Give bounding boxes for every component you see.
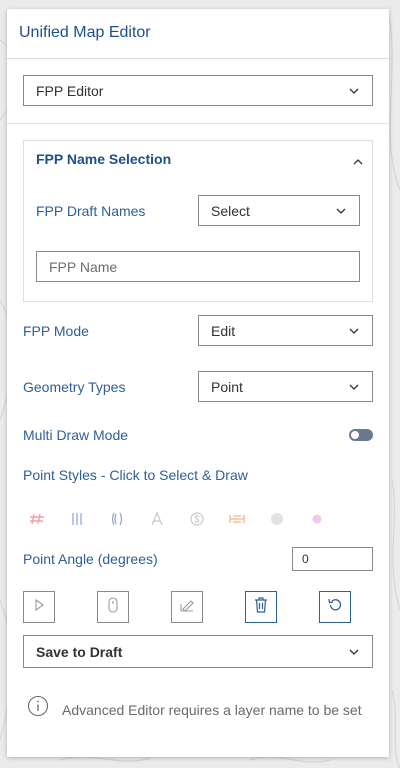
- chevron-down-icon: [348, 383, 360, 391]
- trash-icon: [254, 596, 268, 618]
- multi-draw-toggle[interactable]: [349, 429, 373, 441]
- divider: [7, 123, 389, 124]
- magenta-dot-icon[interactable]: [307, 509, 327, 529]
- edit-tool-button[interactable]: [171, 591, 203, 623]
- hash-icon[interactable]: [27, 509, 47, 529]
- draft-names-value: Select: [211, 202, 250, 219]
- fpp-name-placeholder: FPP Name: [49, 258, 118, 275]
- chevron-down-icon: [348, 648, 360, 656]
- mouse-icon: [106, 596, 120, 618]
- pointer-tool-button[interactable]: [97, 591, 129, 623]
- undo-button[interactable]: [319, 591, 351, 623]
- cursor-arrow-icon: [32, 598, 46, 617]
- triangle-a-icon[interactable]: [147, 509, 167, 529]
- bracket-bar-icon[interactable]: [227, 509, 247, 529]
- geometry-types-dropdown[interactable]: Point: [198, 371, 373, 402]
- editor-panel: Unified Map Editor FPP Editor FPP Name S…: [7, 9, 389, 757]
- point-styles-label: Point Styles - Click to Select & Draw: [23, 467, 248, 483]
- point-angle-label: Point Angle (degrees): [23, 551, 158, 567]
- fpp-mode-label: FPP Mode: [23, 323, 89, 339]
- fpp-mode-value: Edit: [211, 322, 236, 339]
- editor-type-value: FPP Editor: [36, 82, 104, 99]
- paren-pair-icon[interactable]: [107, 509, 127, 529]
- geometry-types-value: Point: [211, 378, 243, 395]
- draft-names-label: FPP Draft Names: [36, 203, 146, 219]
- chevron-down-icon: [335, 207, 347, 215]
- chevron-down-icon: [348, 87, 360, 95]
- edit-pencil-icon: [179, 597, 195, 618]
- point-styles-palette: [27, 509, 337, 529]
- geometry-types-label: Geometry Types: [23, 379, 126, 395]
- info-icon: [27, 695, 49, 722]
- save-value: Save to Draft: [36, 643, 123, 660]
- save-dropdown[interactable]: Save to Draft: [23, 635, 373, 668]
- fpp-name-section: FPP Name Selection FPP Draft Names Selec…: [23, 140, 373, 302]
- toggle-knob: [351, 431, 359, 439]
- gray-dot-icon[interactable]: [267, 509, 287, 529]
- multi-draw-label: Multi Draw Mode: [23, 427, 129, 443]
- fpp-name-input[interactable]: FPP Name: [36, 251, 360, 282]
- point-angle-value: 0: [302, 552, 309, 566]
- panel-title: Unified Map Editor: [19, 24, 151, 41]
- select-tool-button[interactable]: [23, 591, 55, 623]
- chevron-down-icon: [348, 327, 360, 335]
- fpp-mode-dropdown[interactable]: Edit: [198, 315, 373, 346]
- editor-type-dropdown[interactable]: FPP Editor: [23, 75, 373, 106]
- section-title: FPP Name Selection: [36, 151, 172, 167]
- info-message: Advanced Editor requires a layer name to…: [27, 695, 377, 719]
- chevron-up-icon[interactable]: [352, 153, 364, 165]
- triple-bar-icon[interactable]: [67, 509, 87, 529]
- draft-names-dropdown[interactable]: Select: [198, 195, 360, 226]
- info-text: Advanced Editor requires a layer name to…: [62, 702, 362, 718]
- point-angle-input[interactable]: 0: [292, 547, 373, 571]
- delete-button[interactable]: [245, 591, 277, 623]
- panel-header: Unified Map Editor: [7, 9, 389, 59]
- undo-icon: [327, 597, 343, 618]
- circled-s-icon[interactable]: [187, 509, 207, 529]
